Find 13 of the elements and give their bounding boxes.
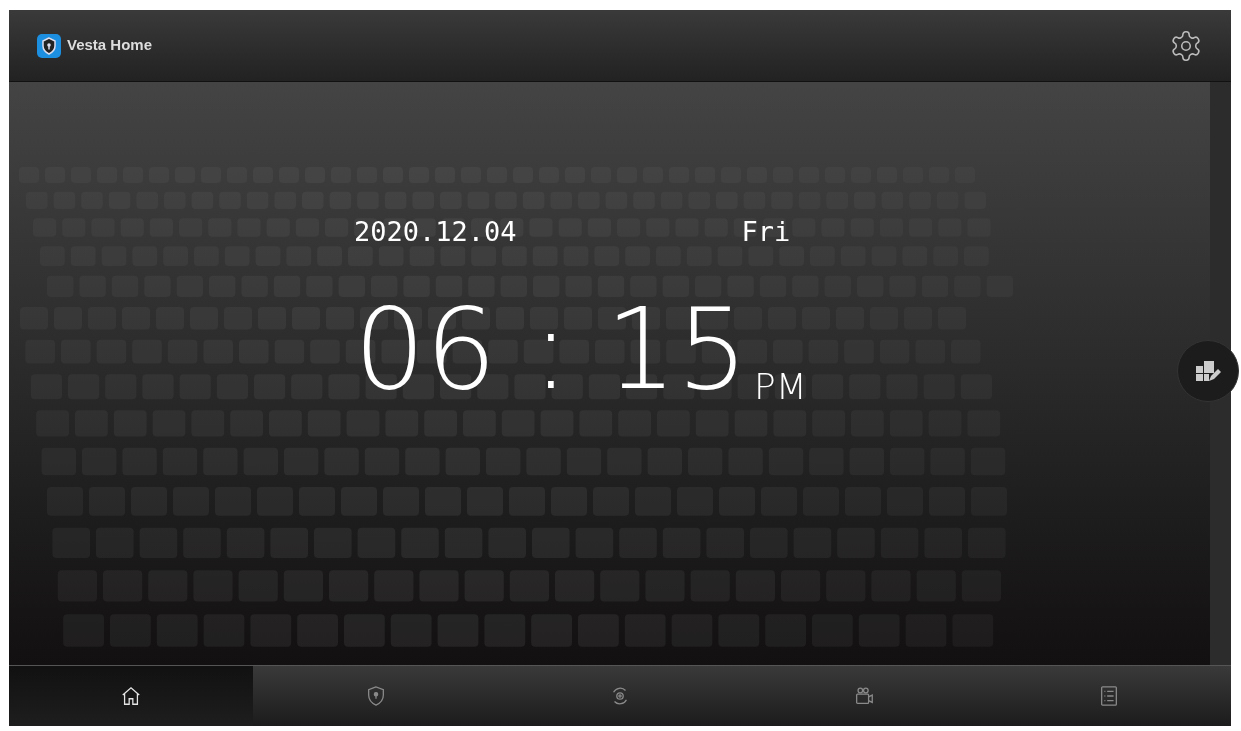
settings-icon[interactable]: [1169, 28, 1203, 63]
period-text: PM: [753, 368, 807, 405]
app-title: Vesta Home: [67, 35, 153, 56]
nav-tab[interactable]: [986, 666, 1232, 726]
nav-tab[interactable]: [9, 666, 254, 726]
nav-tab[interactable]: [253, 666, 498, 726]
time-text: 06 : 15: [354, 292, 748, 405]
home-icon: [120, 685, 143, 707]
video-camera-icon: [853, 685, 876, 707]
weekday-text: Fri: [741, 215, 791, 249]
tiles-pencil-icon: [1195, 359, 1221, 383]
date-text: 2020.12.04: [354, 215, 517, 249]
shield-app-icon: [37, 33, 61, 58]
